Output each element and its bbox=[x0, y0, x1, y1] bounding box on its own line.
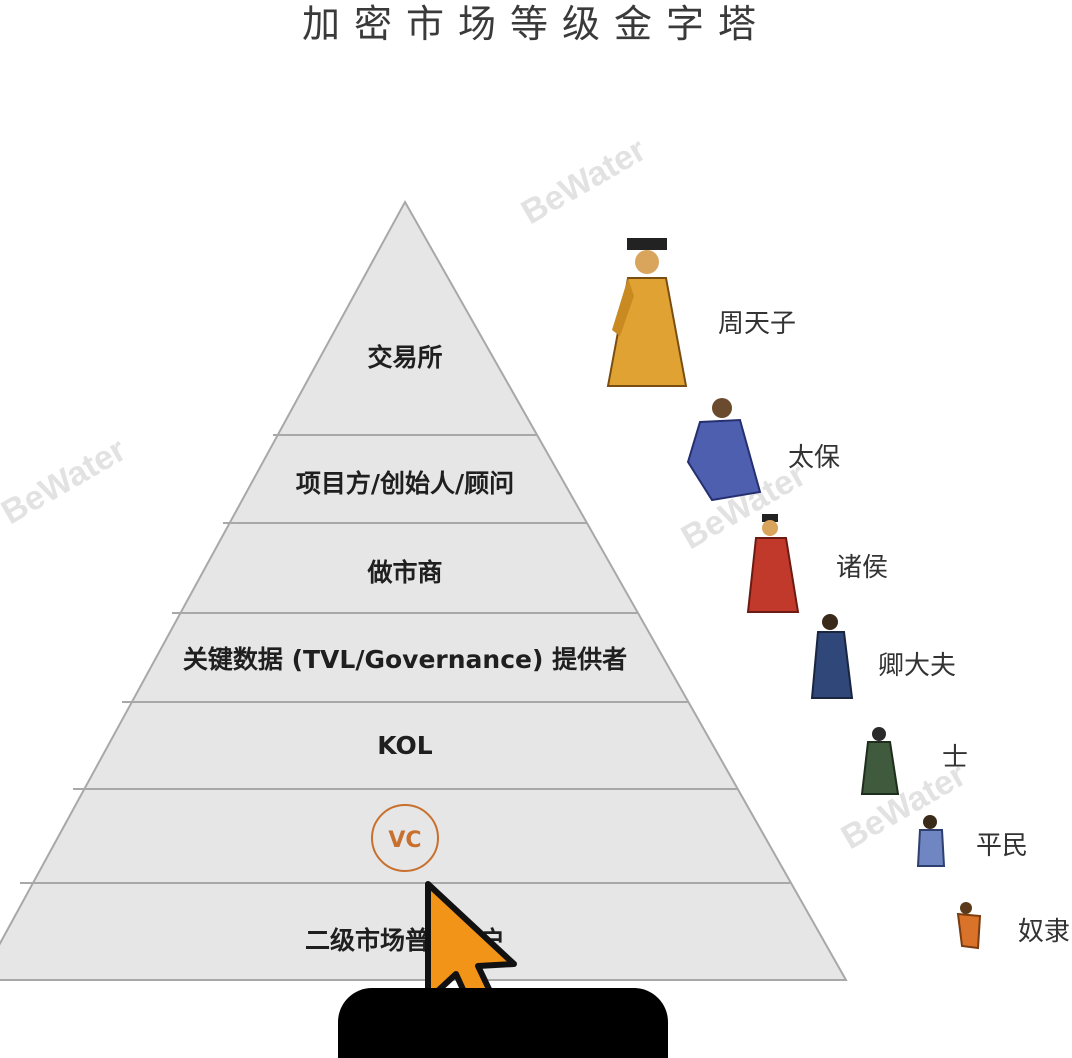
minister-figure-icon bbox=[810, 614, 854, 699]
commoner-figure-icon bbox=[916, 815, 946, 867]
scholar-figure-icon bbox=[860, 727, 900, 795]
subtitle-overlay-box bbox=[338, 988, 668, 1058]
rank-label-minister: 卿大夫 bbox=[878, 651, 956, 681]
rank-label-emperor: 周天子 bbox=[718, 309, 796, 339]
rank-label-slave: 奴隶 bbox=[1018, 917, 1070, 947]
tier-label-data-provider: 关键数据 (TVL/Governance) 提供者 bbox=[183, 645, 627, 674]
rank-label-commoner: 平民 bbox=[976, 831, 1028, 861]
feudal-lord-figure-icon bbox=[746, 514, 800, 613]
slave-figure-icon bbox=[956, 902, 982, 950]
watermark-text: BeWater bbox=[0, 431, 132, 532]
rank-label-scholar: 士 bbox=[942, 743, 968, 773]
tier-label-project-team: 项目方/创始人/顾问 bbox=[296, 469, 514, 498]
pyramid-diagram: BeWater BeWater BeWater BeWater BeWater … bbox=[0, 131, 1070, 1021]
tier-label-kol: KOL bbox=[377, 731, 433, 760]
rank-label-feudal-lord: 诸侯 bbox=[836, 553, 888, 583]
grand-protector-figure-icon bbox=[686, 398, 762, 502]
tier-label-exchange: 交易所 bbox=[367, 343, 442, 372]
emperor-figure-icon bbox=[606, 238, 688, 387]
tier-label-vc: VC bbox=[388, 828, 421, 853]
rank-label-grand-protector: 太保 bbox=[788, 443, 840, 473]
tier-label-market-maker: 做市商 bbox=[366, 558, 442, 587]
watermark-text: BeWater bbox=[515, 131, 652, 232]
